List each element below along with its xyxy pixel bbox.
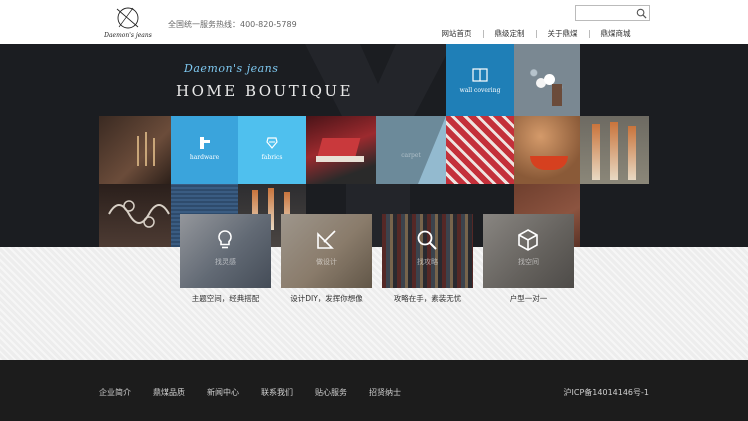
feature-card-guide[interactable]: 找攻略 xyxy=(382,214,473,288)
tile-label-fabrics: fabrics xyxy=(261,154,283,161)
tile-label-carpet: carpet xyxy=(401,152,421,159)
photo-tile-red-chair xyxy=(306,116,376,184)
service-hotline: 全国统一服务热线：400-820-5789 xyxy=(168,20,297,29)
ironwork-pattern xyxy=(108,200,170,228)
photo-tile-bowl xyxy=(514,116,580,184)
main-nav: 网站首页 鼎级定制 关于鼎煤 鼎煤商城 xyxy=(430,27,642,43)
hero-brand-script: Daemon's jeans xyxy=(184,62,279,75)
footer-link-careers[interactable]: 招贤纳士 xyxy=(369,387,401,398)
hero-brand-title: HOME BOUTIQUE xyxy=(176,82,354,100)
feature-caption-space: 户型一对一 xyxy=(509,294,548,303)
cube-icon xyxy=(518,229,538,251)
site-footer: 企业简介 鼎煤品质 新闻中心 联系我们 贴心服务 招贤纳士 沪ICP备14014… xyxy=(0,360,748,421)
design-icon xyxy=(317,230,336,249)
nav-item-about[interactable]: 关于鼎煤 xyxy=(536,27,589,43)
photo-tile-candles xyxy=(99,116,171,184)
search-box xyxy=(575,5,650,21)
feature-section-background xyxy=(0,247,748,360)
fabric-icon xyxy=(266,137,278,149)
footer-link-news[interactable]: 新闻中心 xyxy=(207,387,239,398)
feature-caption-guide: 攻略在手，素装无忧 xyxy=(393,294,462,303)
tile-carpet[interactable]: carpet xyxy=(376,116,446,184)
tile-label-wall-covering: wall covering xyxy=(459,87,501,94)
search-icon[interactable] xyxy=(636,8,647,19)
feature-title: 找灵感 xyxy=(215,258,236,266)
brand-logo[interactable]: Daemon's jeans xyxy=(100,5,156,41)
icp-license: 沪ICP备14014146号-1 xyxy=(563,388,649,397)
feature-caption-inspiration: 主题空间，经典搭配 xyxy=(191,294,260,303)
hook-icon xyxy=(200,137,210,149)
footer-nav: 企业简介 鼎煤品质 新闻中心 联系我们 贴心服务 招贤纳士 xyxy=(99,387,423,398)
photo-tile-red-pattern xyxy=(446,116,514,184)
photo-tile-pebbles xyxy=(514,44,580,116)
nav-item-home[interactable]: 网站首页 xyxy=(430,27,483,43)
feature-card-space[interactable]: 找空间 xyxy=(483,214,574,288)
feature-title: 找空间 xyxy=(518,258,539,266)
tile-label-hardware: hardware xyxy=(189,154,220,161)
tile-fabrics[interactable]: fabrics xyxy=(238,116,306,184)
nav-item-mall[interactable]: 鼎煤商城 xyxy=(589,27,642,43)
svg-text:Daemon's jeans: Daemon's jeans xyxy=(103,32,152,39)
nav-item-custom[interactable]: 鼎级定制 xyxy=(483,27,536,43)
feature-card-inspiration[interactable]: 找灵感 xyxy=(180,214,271,288)
feature-card-design[interactable]: 做设计 xyxy=(281,214,372,288)
photo-tile-ironwork xyxy=(99,184,171,247)
hero-banner: Daemon's jeans HOME BOUTIQUE wall coveri… xyxy=(0,44,748,247)
book-icon xyxy=(472,68,488,82)
photo-tile-tassels xyxy=(580,116,649,184)
footer-link-contact[interactable]: 联系我们 xyxy=(261,387,293,398)
carpet-icon xyxy=(418,116,446,184)
feature-title: 找攻略 xyxy=(417,258,438,266)
footer-link-service[interactable]: 贴心服务 xyxy=(315,387,347,398)
search-input[interactable] xyxy=(576,6,636,20)
feature-caption-design: 设计DIY，发挥你想像 xyxy=(290,294,363,303)
tile-hardware[interactable]: hardware xyxy=(171,116,238,184)
lightbulb-icon xyxy=(218,230,232,249)
feature-title: 做设计 xyxy=(316,258,337,266)
tile-wall-covering[interactable]: wall covering xyxy=(446,44,514,116)
footer-link-quality[interactable]: 鼎煤品质 xyxy=(153,387,185,398)
site-header: Daemon's jeans 全国统一服务热线：400-820-5789 网站首… xyxy=(0,0,748,44)
magnifier-icon xyxy=(417,230,437,250)
footer-link-company[interactable]: 企业简介 xyxy=(99,387,131,398)
